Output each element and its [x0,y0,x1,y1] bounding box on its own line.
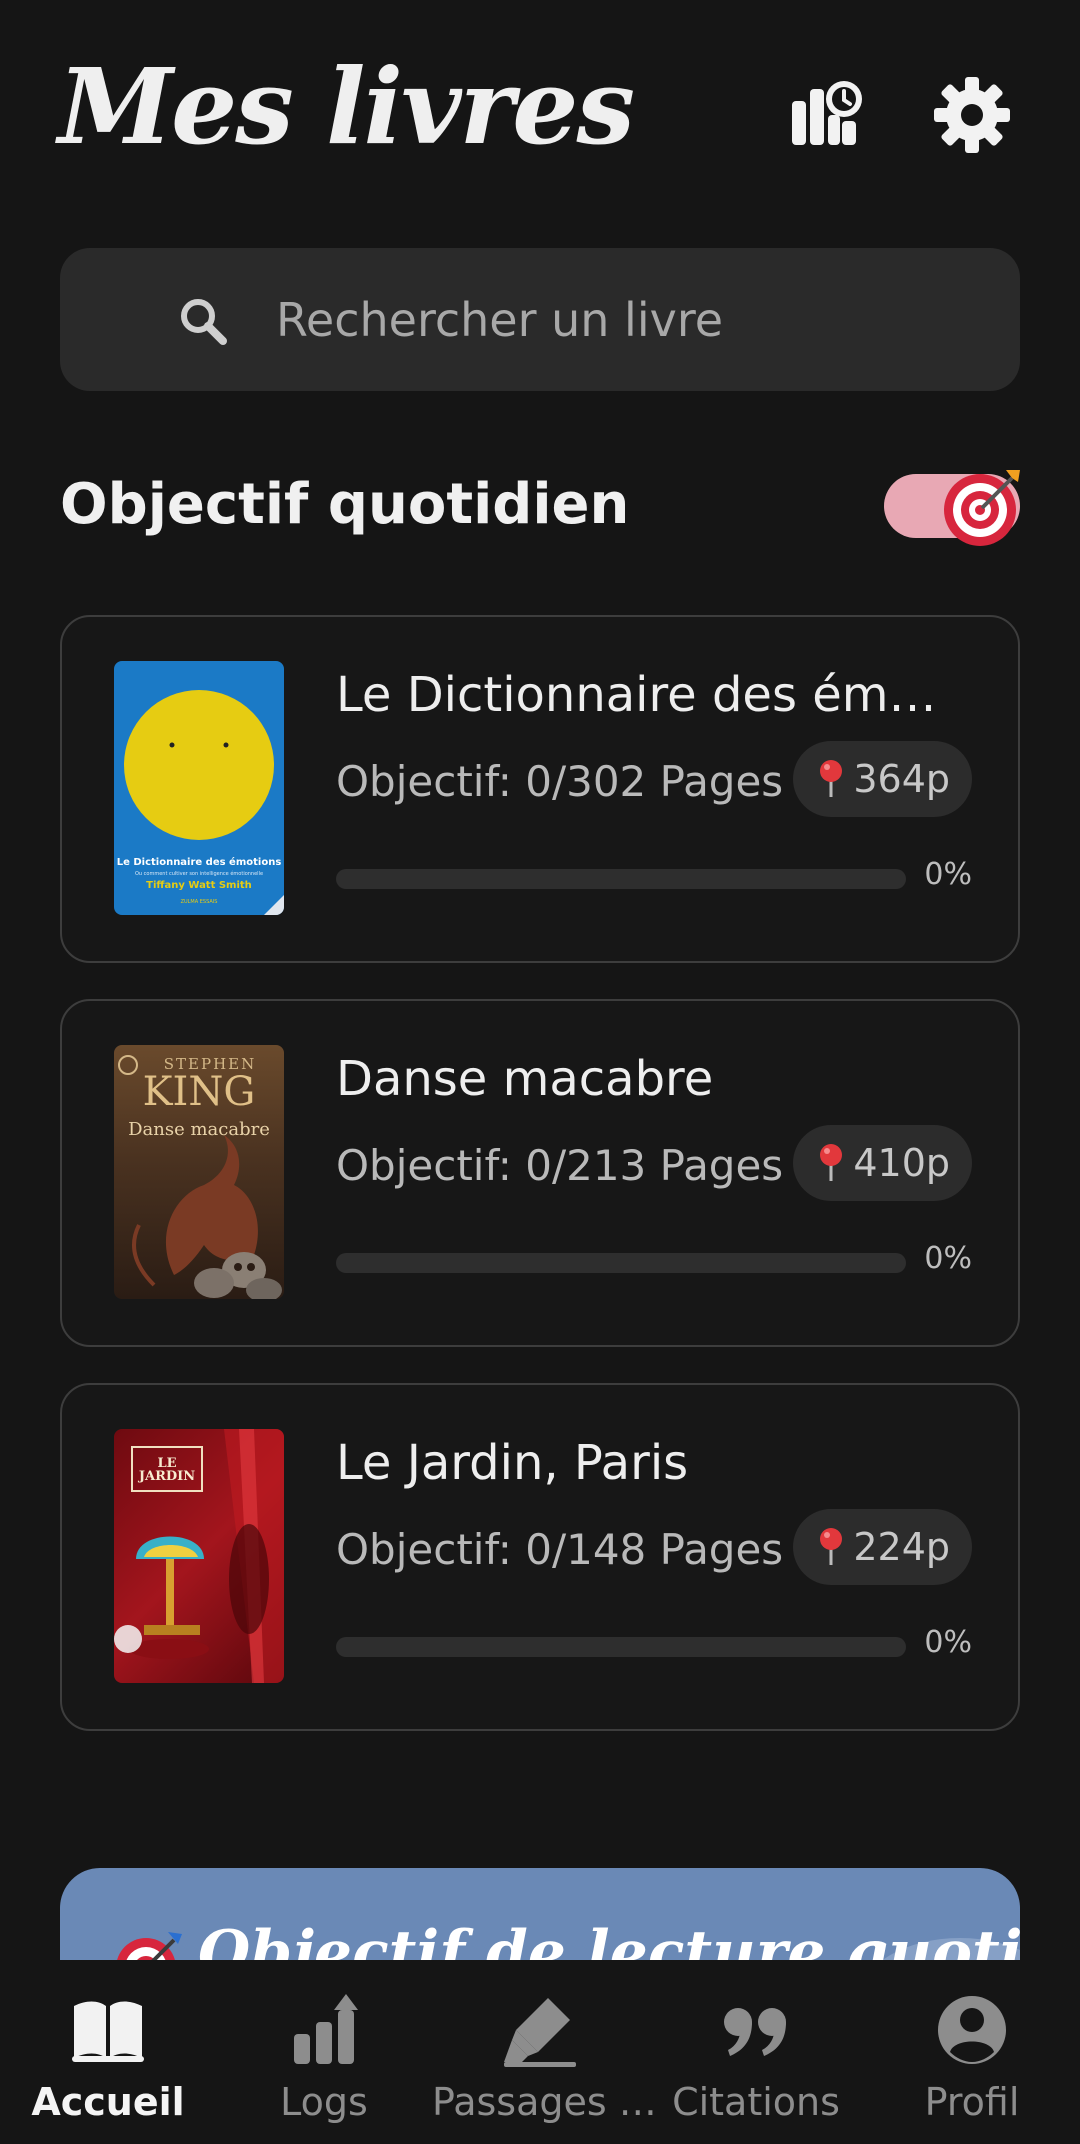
book-title: Danse macabre [336,1051,714,1107]
nav-label: Accueil [31,2080,185,2124]
progress-percent: 0% [924,1625,972,1660]
book-cover-danse-macabre: STEPHEN KING Danse macabre [114,1045,284,1299]
nav-item-citations[interactable]: Citations [648,1960,864,2144]
progress-percent: 0% [924,1241,972,1276]
user-circle-icon [938,1996,1006,2064]
daily-goal-toggle[interactable] [884,470,1020,546]
nav-item-logs[interactable]: Logs [216,1960,432,2144]
progress-bar [336,1253,906,1273]
cover-author-last: KING [142,1069,256,1115]
nav-item-profil[interactable]: Profil [864,1960,1080,2144]
nav-label: Logs [280,2080,368,2124]
bottom-navigation: Accueil Logs Passages … Citations Profil [0,1960,1080,2144]
cover-author: Tiffany Watt Smith [146,880,252,891]
nav-label: Citations [672,2080,840,2124]
page-position-badge[interactable]: 364p [793,741,972,817]
book-card[interactable]: LE JARDIN Le Jardin, Paris Objectif: 0/1… [60,1383,1020,1731]
page-position: 224p [853,1525,950,1569]
cover-subtitle: Ou comment cultiver son intelligence émo… [134,871,264,877]
book-cover-dictionnaire: Le Dictionnaire des émotions Ou comment … [114,661,284,915]
reading-stats-icon[interactable] [786,75,866,155]
search-icon [181,299,227,345]
bar-chart-icon [294,1994,358,2064]
book-cover-le-jardin: LE JARDIN [114,1429,284,1683]
nav-label: Passages … [432,2080,657,2124]
book-card[interactable]: Le Dictionnaire des émotions Ou comment … [60,615,1020,963]
progress-bar [336,1637,906,1657]
book-title: Le Jardin, Paris [336,1435,689,1491]
highlighter-icon [504,1998,576,2067]
nav-item-accueil[interactable]: Accueil [0,1960,216,2144]
book-goal: Objectif: 0/213 Pages [336,1141,784,1190]
book-open-icon [72,2001,144,2062]
pin-icon [820,1528,843,1565]
book-goal: Objectif: 0/302 Pages [336,757,784,806]
book-goal: Objectif: 0/148 Pages [336,1525,784,1574]
search-input[interactable] [276,286,976,354]
page-position: 364p [853,757,950,801]
pin-icon [820,1144,843,1181]
page-position: 410p [853,1141,950,1185]
cover-title: Danse macabre [128,1119,270,1140]
progress-bar [336,869,906,889]
pin-icon [820,760,843,797]
target-icon [944,470,1020,546]
progress-percent: 0% [924,857,972,892]
nav-item-passages[interactable]: Passages … [432,1960,657,2144]
search-bar[interactable] [60,248,1020,391]
book-title: Le Dictionnaire des ém… [336,667,937,723]
daily-goal-title: Objectif quotidien [60,472,630,537]
quote-icon [724,2008,786,2056]
settings-gear-icon[interactable] [932,75,1012,155]
page-title: Mes livres [58,45,635,168]
book-card[interactable]: STEPHEN KING Danse macabre Danse macabre… [60,999,1020,1347]
cover-publisher: ZULMA ESSAIS [180,899,218,905]
page-position-badge[interactable]: 410p [793,1125,972,1201]
page-position-badge[interactable]: 224p [793,1509,972,1585]
nav-label: Profil [924,2080,1020,2124]
cover-title: LE JARDIN [138,1456,196,1484]
cover-title: Le Dictionnaire des émotions [116,857,282,868]
